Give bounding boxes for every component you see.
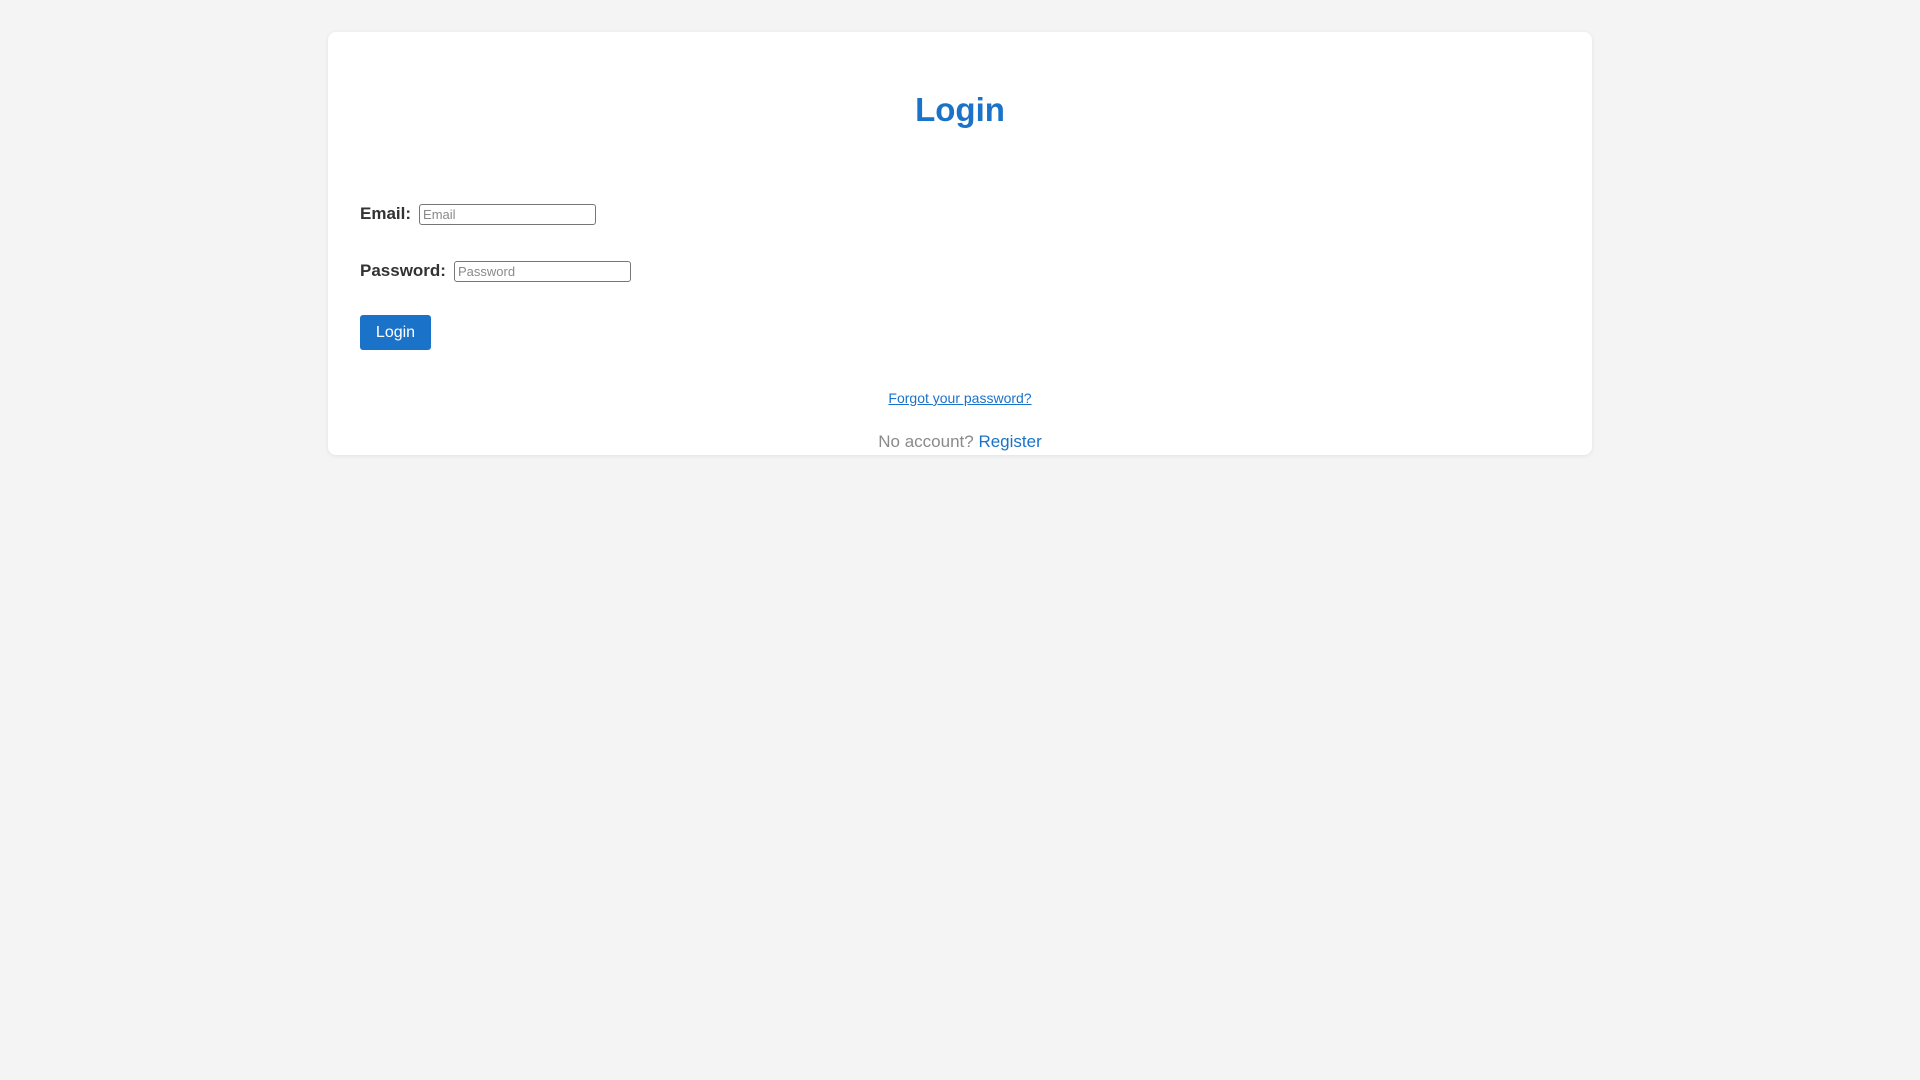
email-field[interactable] <box>419 203 597 225</box>
forgot-password-row: Forgot your password? <box>328 388 1592 408</box>
no-account-text: No account? <box>878 432 974 451</box>
login-button[interactable]: Login <box>360 315 431 350</box>
email-row: Email: <box>360 202 597 226</box>
login-card: Login Email: Password: Login Forgot your… <box>328 32 1592 455</box>
password-label: Password: <box>360 261 446 280</box>
forgot-password-link[interactable]: Forgot your password? <box>888 390 1031 406</box>
register-row: No account? Register <box>328 431 1592 453</box>
email-label: Email: <box>360 204 412 223</box>
page-title: Login <box>915 91 1005 128</box>
register-link[interactable]: Register <box>978 432 1041 451</box>
password-row: Password: <box>360 259 631 283</box>
password-field[interactable] <box>453 260 631 282</box>
